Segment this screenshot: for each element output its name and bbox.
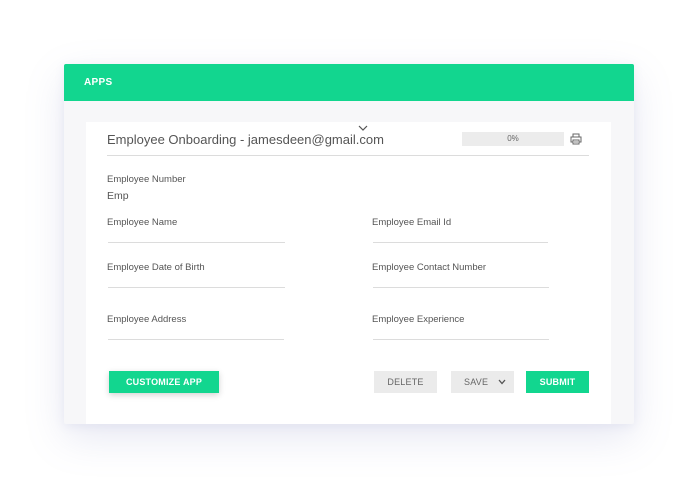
apps-window: APPS Employee Onboarding - jamesdeen@gma… <box>64 64 634 424</box>
save-button[interactable]: SAVE <box>451 371 514 393</box>
customize-app-button[interactable]: CUSTOMIZE APP <box>109 371 219 393</box>
employee-number-value: Emp <box>107 190 129 202</box>
printer-icon[interactable] <box>570 133 582 145</box>
submit-button[interactable]: SUBMIT <box>526 371 589 393</box>
progress-label: 0% <box>507 134 519 143</box>
progress-bar: 0% <box>462 132 564 146</box>
employee-email-field[interactable]: Employee Email Id <box>372 217 548 243</box>
employee-email-input[interactable] <box>373 242 548 243</box>
form-header: Employee Onboarding - jamesdeen@gmail.co… <box>107 122 589 156</box>
employee-dob-field[interactable]: Employee Date of Birth <box>107 262 285 288</box>
employee-address-input[interactable] <box>108 339 284 340</box>
employee-name-label: Employee Name <box>107 217 178 228</box>
employee-email-label: Employee Email Id <box>372 217 452 228</box>
employee-contact-label: Employee Contact Number <box>372 262 487 273</box>
topbar-title: APPS <box>84 77 113 88</box>
employee-number-label: Employee Number <box>107 174 186 185</box>
employee-contact-input[interactable] <box>373 287 549 288</box>
employee-experience-field[interactable]: Employee Experience <box>372 314 549 340</box>
save-button-label: SAVE <box>464 377 489 387</box>
employee-dob-input[interactable] <box>108 287 285 288</box>
employee-address-label: Employee Address <box>107 314 187 325</box>
app-title: Employee Onboarding - jamesdeen@gmail.co… <box>107 132 384 147</box>
employee-contact-field[interactable]: Employee Contact Number <box>372 262 549 288</box>
employee-name-field[interactable]: Employee Name <box>107 217 285 243</box>
chevron-down-icon[interactable] <box>358 124 368 132</box>
employee-number-field: Employee Number Emp <box>107 174 186 202</box>
employee-dob-label: Employee Date of Birth <box>107 262 205 273</box>
employee-name-input[interactable] <box>108 242 285 243</box>
delete-button[interactable]: DELETE <box>374 371 437 393</box>
employee-experience-label: Employee Experience <box>372 314 465 325</box>
app-topbar: APPS <box>64 64 634 101</box>
chevron-down-icon[interactable] <box>498 379 506 385</box>
employee-address-field[interactable]: Employee Address <box>107 314 284 340</box>
form-card: Employee Onboarding - jamesdeen@gmail.co… <box>86 122 611 424</box>
employee-experience-input[interactable] <box>373 339 549 340</box>
